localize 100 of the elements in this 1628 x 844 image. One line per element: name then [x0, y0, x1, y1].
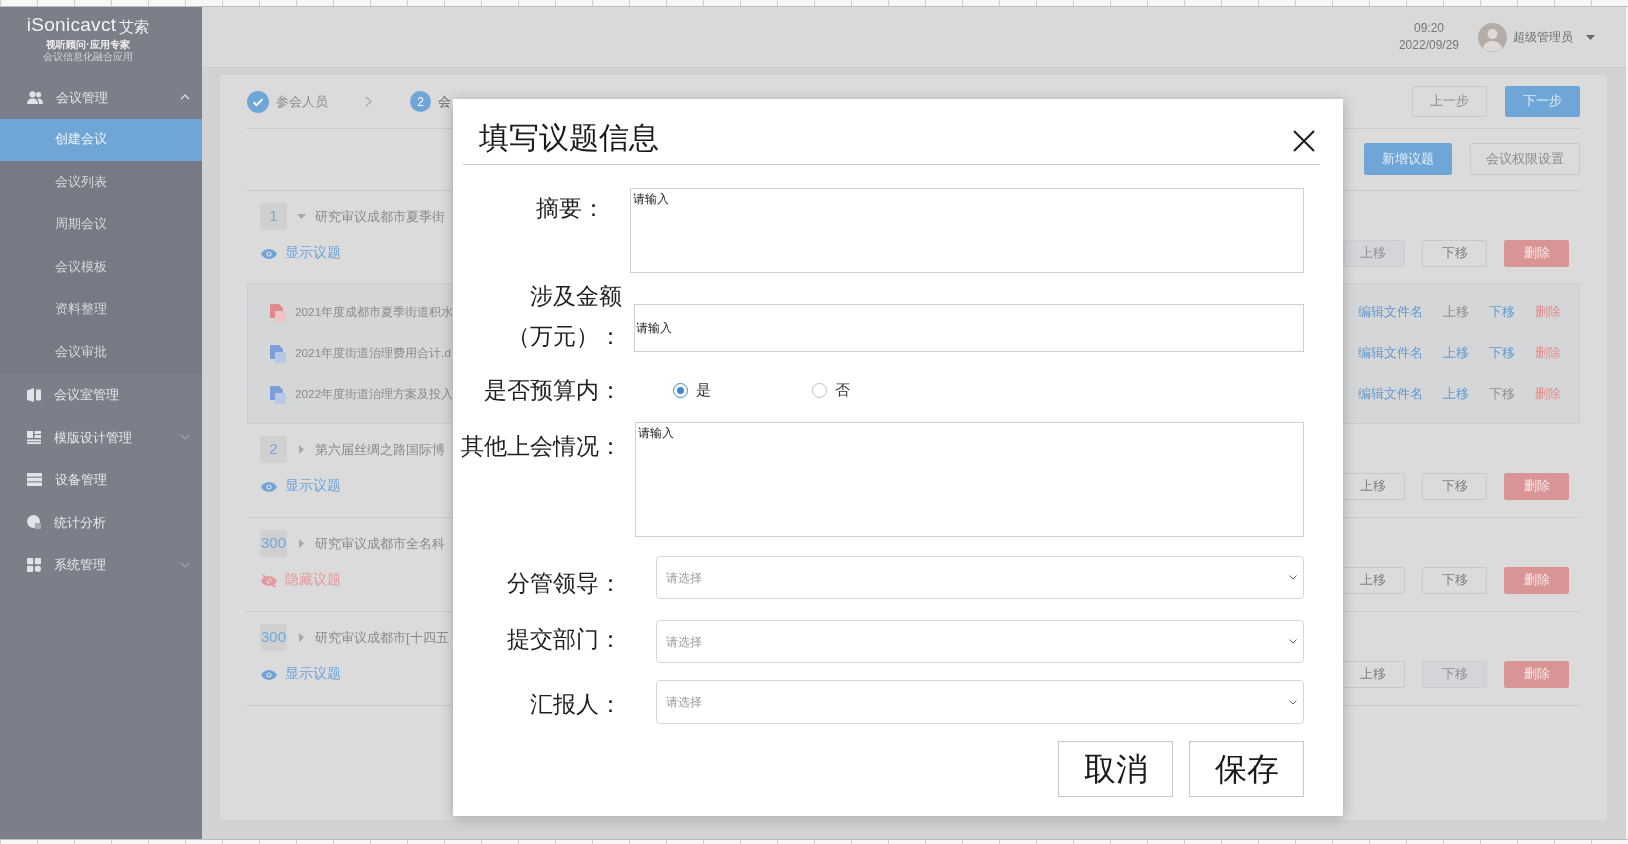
add-topic-button[interactable]: 新增议题 — [1364, 143, 1452, 175]
eye-icon — [261, 481, 277, 492]
caret-down-icon[interactable] — [1586, 34, 1595, 40]
submenu-item[interactable]: 资料整理 — [0, 288, 202, 331]
submenu-item[interactable]: 周期会议 — [0, 203, 202, 246]
file-name: 2021年度街道治理费用合计.d — [295, 344, 452, 362]
user-name[interactable]: 超级管理员 — [1513, 28, 1573, 46]
submenu-item[interactable]: 会议模板 — [0, 246, 202, 289]
visibility-toggle[interactable]: 显示议题 — [261, 243, 341, 264]
logo-chinese-name: 艾索 — [119, 17, 150, 37]
delete-button[interactable]: 删除 — [1504, 567, 1569, 594]
caret-right-icon[interactable] — [299, 445, 304, 454]
field-label: 提交部门： — [507, 625, 622, 654]
move-up-link[interactable]: 上移 — [1443, 344, 1469, 363]
close-icon[interactable] — [1292, 129, 1316, 153]
visibility-toggle[interactable]: 显示议题 — [261, 664, 341, 685]
sidebar-item[interactable]: 模版设计管理 — [0, 416, 202, 459]
sidebar-item[interactable]: 统计分析 — [0, 501, 202, 544]
sidebar-item[interactable]: 设备管理 — [0, 458, 202, 501]
field-label: 是否预算内： — [484, 376, 622, 405]
delete-button[interactable]: 删除 — [1504, 661, 1569, 688]
topic-number: 300 — [260, 624, 287, 651]
sidebar-item[interactable]: 会议管理 — [0, 76, 202, 119]
delete-button[interactable]: 删除 — [1504, 240, 1569, 267]
people-icon — [27, 90, 43, 104]
topic-number: 1 — [260, 203, 287, 230]
chevron-down-icon — [1289, 699, 1297, 705]
move-up-button[interactable]: 上移 — [1340, 567, 1405, 594]
eye-icon — [261, 669, 277, 680]
logo-subtitle: 会议信息化融合应用 — [43, 51, 133, 63]
field-label: 摘要： — [536, 194, 606, 223]
chevron-down-icon — [1289, 639, 1297, 644]
caret-down-icon[interactable] — [297, 214, 306, 219]
move-down-button[interactable]: 下移 — [1422, 473, 1487, 500]
move-up-link[interactable]: 上移 — [1443, 385, 1469, 404]
avatar-icon[interactable] — [1478, 22, 1507, 52]
delete-button[interactable]: 删除 — [1504, 473, 1569, 500]
caret-right-icon[interactable] — [299, 539, 304, 548]
delete-link[interactable]: 删除 — [1535, 303, 1561, 322]
radio-button[interactable] — [673, 382, 688, 398]
file-name: 2021年度成都市夏季街道积水 — [295, 303, 454, 321]
radio-label[interactable]: 是 — [696, 378, 711, 402]
clock-date: 2022/09/29 — [1398, 37, 1459, 54]
list-icon — [27, 473, 42, 487]
move-up-button[interactable]: 上移 — [1340, 661, 1405, 688]
move-down-button[interactable]: 下移 — [1422, 240, 1487, 267]
topic-title: 研究审议成都市全名科 — [315, 534, 445, 553]
topic-title: 研究审议成都市[十四五 — [315, 628, 449, 647]
radio-button[interactable] — [812, 382, 827, 398]
eye-slash-icon — [261, 573, 277, 588]
delete-link[interactable]: 删除 — [1535, 344, 1561, 363]
step-label[interactable]: 会 — [438, 91, 451, 112]
field-label: 汇报人： — [530, 690, 622, 719]
field-label: 其他上会情况： — [461, 432, 622, 461]
step-number: 2 — [410, 91, 431, 112]
topic-number: 2 — [260, 436, 287, 463]
field-label: 涉及金额（万元）： — [506, 282, 622, 351]
topic-number: 300 — [260, 530, 287, 557]
grid-icon — [27, 557, 41, 572]
sidebar-item[interactable]: 系统管理 — [0, 543, 202, 586]
save-button[interactable]: 保存 — [1189, 741, 1304, 797]
rename-link[interactable]: 编辑文件名 — [1358, 303, 1423, 322]
permission-settings-button[interactable]: 会议权限设置 — [1470, 143, 1580, 175]
radio-label[interactable]: 否 — [835, 378, 850, 402]
cancel-button[interactable]: 取消 — [1058, 741, 1173, 797]
rename-link[interactable]: 编辑文件名 — [1358, 385, 1423, 404]
chevron-right-icon — [365, 96, 372, 107]
submenu-item[interactable]: 创建会议 — [0, 118, 202, 161]
file-name: 2022年度街道治理方案及投入 — [295, 385, 454, 403]
logo-wordmark: iSonicavct — [26, 13, 117, 37]
chevron-down-icon — [1289, 575, 1297, 580]
select-field[interactable]: 请选择 — [656, 620, 1304, 663]
rename-link[interactable]: 编辑文件名 — [1358, 344, 1423, 363]
field-label: 分管领导： — [507, 569, 622, 598]
caret-right-icon[interactable] — [299, 633, 304, 642]
move-down-link[interactable]: 下移 — [1489, 303, 1515, 322]
sidebar-item[interactable]: 会议室管理 — [0, 373, 202, 416]
select-field[interactable]: 请选择 — [656, 680, 1304, 724]
door-icon — [27, 387, 41, 402]
next-step-button[interactable]: 下一步 — [1505, 86, 1580, 117]
topic-title: 第六届丝绸之路国际博 — [315, 440, 445, 459]
document-file-icon — [270, 385, 286, 404]
visibility-toggle[interactable]: 隐藏议题 — [261, 570, 341, 591]
move-down-link[interactable]: 下移 — [1489, 344, 1515, 363]
clock-time: 09:20 — [1413, 20, 1444, 37]
document-file-icon — [270, 344, 286, 363]
submenu-item[interactable]: 会议列表 — [0, 161, 202, 204]
pie-chart-icon — [27, 515, 41, 530]
visibility-toggle[interactable]: 显示议题 — [261, 476, 341, 497]
step-label[interactable]: 参会人员 — [276, 91, 328, 112]
topic-title: 研究审议成都市夏季街 — [315, 207, 445, 226]
move-up-button[interactable]: 上移 — [1340, 473, 1405, 500]
text-area-field[interactable]: 请输入 — [635, 422, 1304, 537]
text-area-field[interactable]: 请输入 — [630, 188, 1304, 273]
move-down-button[interactable]: 下移 — [1422, 567, 1487, 594]
select-field[interactable]: 请选择 — [656, 556, 1304, 599]
logo-tagline: 视听顾问·应用专家 — [46, 39, 130, 51]
input-field[interactable]: 请输入 — [634, 304, 1304, 352]
delete-link[interactable]: 删除 — [1535, 385, 1561, 404]
submenu-item[interactable]: 会议审批 — [0, 331, 202, 374]
